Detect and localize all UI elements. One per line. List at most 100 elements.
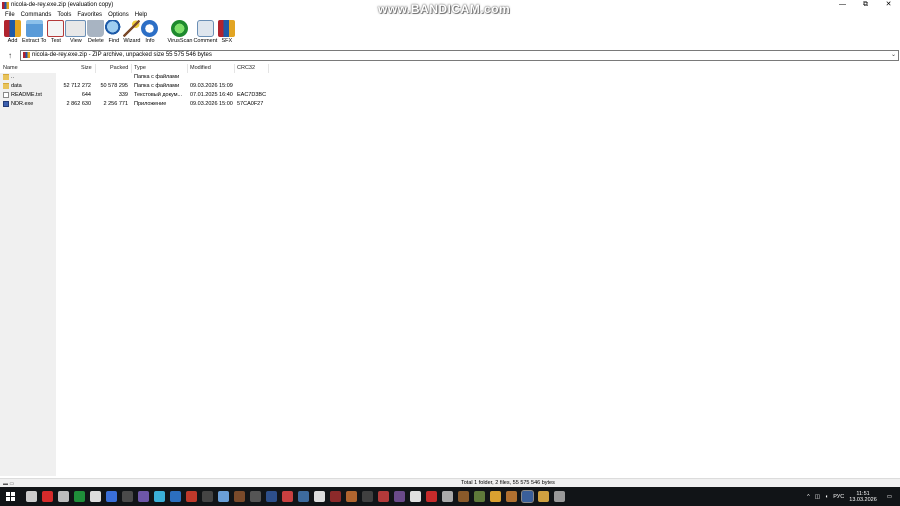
address-field[interactable]: nicola-de-rey.exe.zip - ZIP archive, unp… xyxy=(20,49,899,61)
winrar-window: nicola-de-rey.exe.zip (evaluation copy) … xyxy=(0,0,900,487)
taskbar-app-icon[interactable] xyxy=(42,491,53,502)
status-text: Total 1 folder, 2 files, 55 575 546 byte… xyxy=(461,480,555,486)
taskbar-app-icon[interactable] xyxy=(154,491,165,502)
clock[interactable]: 11:51 13.03.2026 xyxy=(849,491,877,503)
menu-help[interactable]: Help xyxy=(132,12,150,18)
extract-to-button[interactable]: Extract To xyxy=(22,20,46,44)
find-button[interactable]: Find xyxy=(105,20,123,44)
taskbar-app-icon[interactable] xyxy=(186,491,197,502)
network-icon[interactable]: ◫ xyxy=(815,494,820,500)
virusscan-button[interactable]: VirusScan xyxy=(167,20,192,44)
file-modified: 09.03.2026 15:09 xyxy=(190,83,233,89)
delete-button[interactable]: Delete xyxy=(87,20,105,44)
system-tray: ^ ◫ ◖ РУС 11:51 13.03.2026 ▭ xyxy=(807,487,900,506)
file-packed: 339 xyxy=(118,92,128,98)
windows-logo-icon xyxy=(5,492,15,501)
close-button[interactable]: ✕ xyxy=(877,0,900,10)
start-button[interactable] xyxy=(0,487,20,506)
menu-commands[interactable]: Commands xyxy=(18,12,55,18)
file-type: Папка с файлами xyxy=(134,83,180,89)
taskbar-app-icon[interactable] xyxy=(394,491,405,502)
info-button[interactable]: Info xyxy=(141,20,159,44)
taskbar-app-icon[interactable] xyxy=(234,491,245,502)
table-row[interactable]: README.txt 644 339 Текстовый докум... 07… xyxy=(0,91,900,100)
taskbar-app-icon[interactable] xyxy=(122,491,133,502)
taskbar-app-icon[interactable] xyxy=(506,491,517,502)
taskbar-app-icon[interactable] xyxy=(330,491,341,502)
column-header-packed[interactable]: Packed xyxy=(110,65,128,71)
up-folder-button[interactable]: ↑ xyxy=(0,51,20,60)
taskbar-app-icon[interactable] xyxy=(138,491,149,502)
wizard-label: Wizard xyxy=(123,38,141,44)
zip-archive-icon xyxy=(23,52,30,58)
taskbar-app-icon[interactable] xyxy=(170,491,181,502)
taskbar-app-icon[interactable] xyxy=(266,491,277,502)
column-header-type[interactable]: Type xyxy=(134,65,146,71)
winrar-app-icon[interactable] xyxy=(2,1,9,9)
file-name: .. xyxy=(11,74,15,80)
taskbar-app-icon[interactable] xyxy=(282,491,293,502)
find-icon xyxy=(105,20,123,37)
taskbar-apps xyxy=(20,490,570,503)
minimize-button[interactable]: — xyxy=(831,0,854,10)
taskbar-app-icon[interactable] xyxy=(362,491,373,502)
taskbar-app-icon[interactable] xyxy=(458,491,469,502)
taskbar-app-icon[interactable] xyxy=(521,490,534,503)
virusscan-icon xyxy=(171,20,189,37)
address-bar: ↑ nicola-de-rey.exe.zip - ZIP archive, u… xyxy=(0,49,900,61)
taskbar-app-icon[interactable] xyxy=(90,491,101,502)
taskbar-app-icon[interactable] xyxy=(490,491,501,502)
taskbar-app-icon[interactable] xyxy=(106,491,117,502)
taskbar-app-icon[interactable] xyxy=(298,491,309,502)
column-header-size[interactable]: Size xyxy=(81,65,92,71)
taskbar-app-icon[interactable] xyxy=(410,491,421,502)
file-packed: 2 256 771 xyxy=(103,101,128,107)
maximize-button[interactable]: ⧉ xyxy=(854,0,877,10)
volume-icon[interactable]: ◖ xyxy=(825,494,828,500)
taskbar-app-icon[interactable] xyxy=(74,491,85,502)
taskbar-app-icon[interactable] xyxy=(202,491,213,502)
column-header-modified[interactable]: Modified xyxy=(190,65,211,71)
wizard-button[interactable]: Wizard xyxy=(123,20,140,44)
notifications-icon[interactable]: ▭ xyxy=(887,494,892,500)
file-crc32: EAC7D3BC xyxy=(237,92,267,98)
folder-up-icon xyxy=(3,74,9,80)
tray-overflow-icon[interactable]: ^ xyxy=(807,494,810,500)
sfx-button[interactable]: SFX xyxy=(218,20,236,44)
test-button[interactable]: Test xyxy=(47,20,65,44)
view-button[interactable]: View xyxy=(65,20,87,44)
view-icon xyxy=(65,20,87,37)
menu-options[interactable]: Options xyxy=(105,12,132,18)
taskbar-app-icon[interactable] xyxy=(346,491,357,502)
taskbar-app-icon[interactable] xyxy=(314,491,325,502)
file-name: NDR.exe xyxy=(11,101,34,107)
table-row[interactable]: .. Папка с файлами xyxy=(0,73,900,82)
file-crc32: 57CA0F27 xyxy=(237,101,264,107)
title-bar[interactable]: nicola-de-rey.exe.zip (evaluation copy) … xyxy=(0,0,900,16)
taskbar-app-icon[interactable] xyxy=(58,491,69,502)
taskbar-app-icon[interactable] xyxy=(378,491,389,502)
menu-favorites[interactable]: Favorites xyxy=(74,12,105,18)
taskbar-app-icon[interactable] xyxy=(554,491,565,502)
column-header-name[interactable]: Name xyxy=(3,65,18,71)
table-row[interactable]: NDR.exe 2 862 630 2 256 771 Приложение 0… xyxy=(0,100,900,109)
add-label: Add xyxy=(7,38,18,44)
taskbar-app-icon[interactable] xyxy=(26,491,37,502)
comment-button[interactable]: Comment xyxy=(193,20,217,44)
status-bar: ▬ ▭ Total 1 folder, 2 files, 55 575 546 … xyxy=(0,478,900,487)
add-button[interactable]: Add xyxy=(4,20,21,44)
taskbar-app-icon[interactable] xyxy=(250,491,261,502)
table-row[interactable]: data 52 712 272 50 578 295 Папка с файла… xyxy=(0,82,900,91)
taskbar-app-icon[interactable] xyxy=(442,491,453,502)
column-header-crc32[interactable]: CRC32 xyxy=(237,65,255,71)
taskbar-app-icon[interactable] xyxy=(538,491,549,502)
toolbar: Add Extract To Test View Delete Find Wiz… xyxy=(0,19,900,47)
taskbar-app-icon[interactable] xyxy=(218,491,229,502)
taskbar-app-icon[interactable] xyxy=(474,491,485,502)
chevron-down-icon[interactable]: ⌄ xyxy=(891,51,896,58)
taskbar-app-icon[interactable] xyxy=(426,491,437,502)
language-indicator[interactable]: РУС xyxy=(833,494,844,500)
folder-icon xyxy=(3,83,9,89)
menu-tools[interactable]: Tools xyxy=(54,12,74,18)
menu-file[interactable]: File xyxy=(2,12,18,18)
